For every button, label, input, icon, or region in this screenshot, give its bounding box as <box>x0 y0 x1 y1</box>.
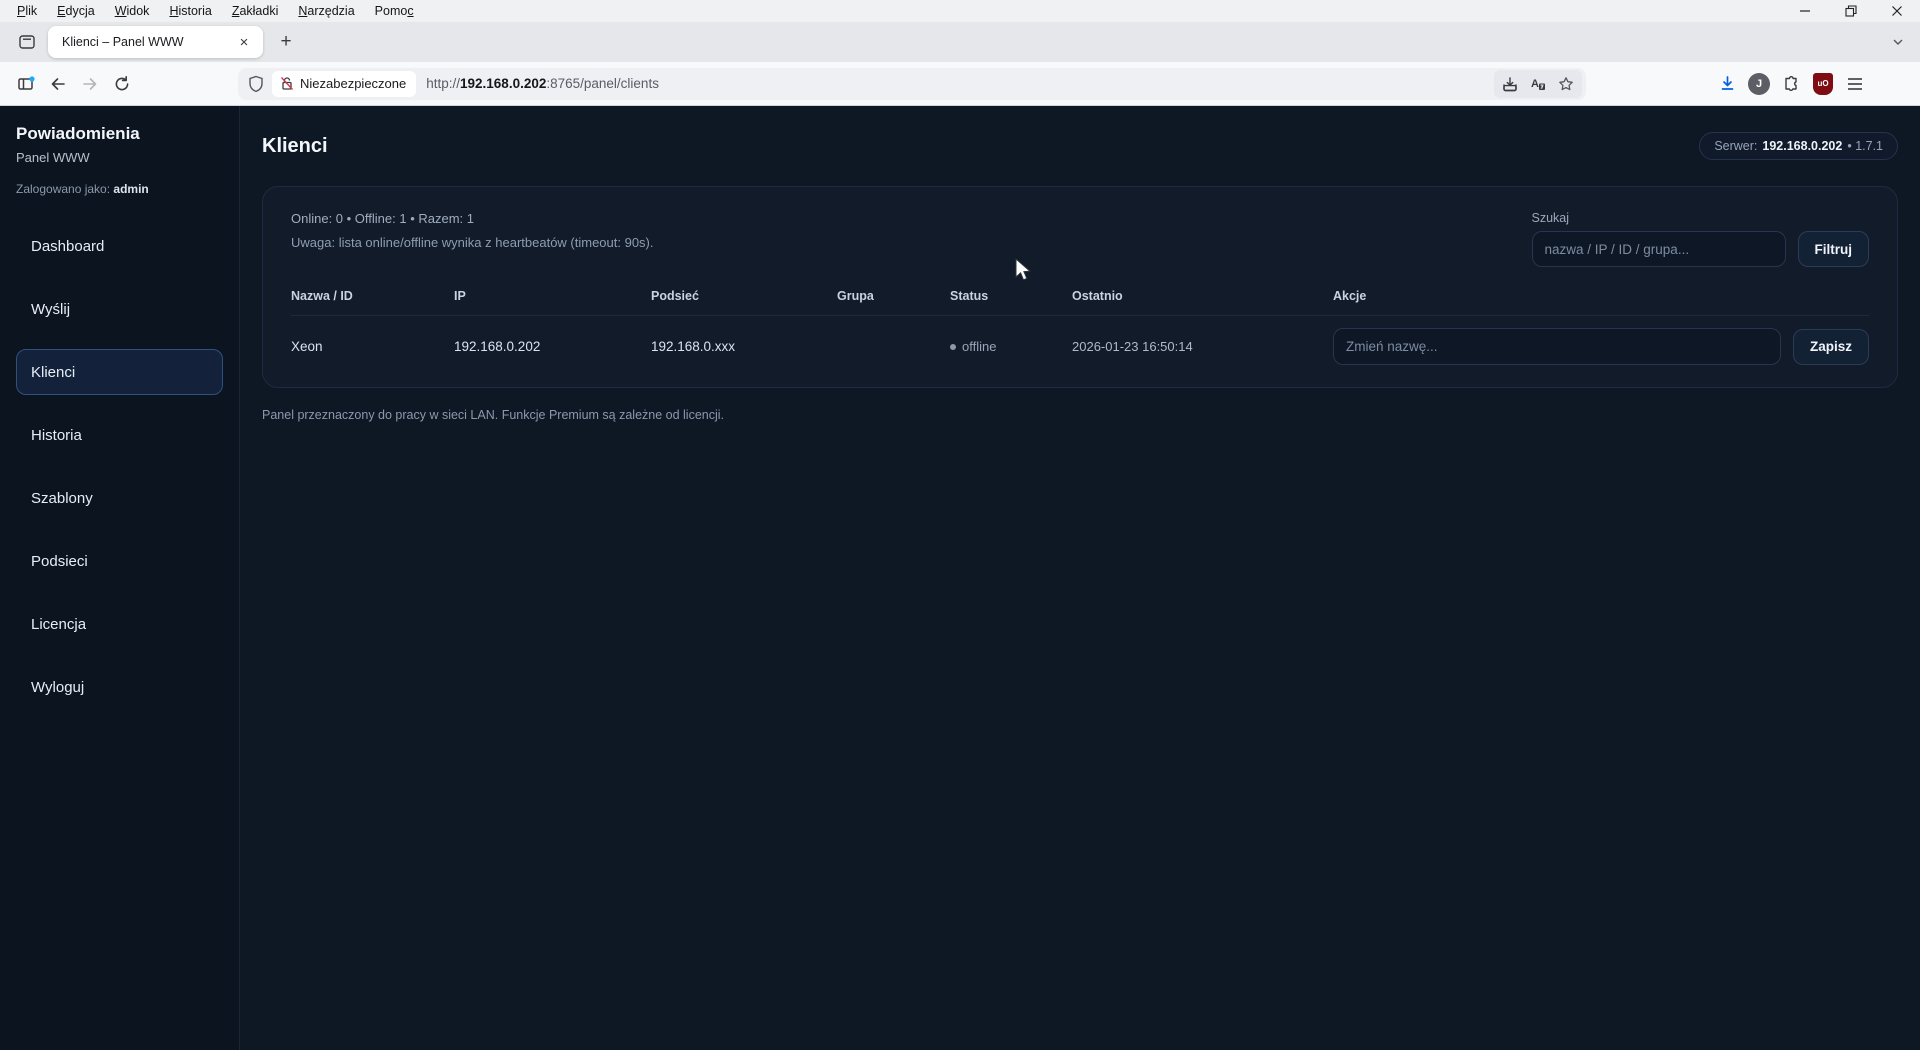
restore-button[interactable] <box>1828 0 1874 22</box>
search-block: Szukaj Filtruj <box>1532 211 1870 267</box>
app-subtitle: Panel WWW <box>16 150 223 165</box>
status-badge: offline <box>950 339 1072 354</box>
tab-bar: Klienci – Panel WWW × + <box>0 22 1920 62</box>
tracking-shield-icon[interactable] <box>248 75 264 93</box>
sidebar-toggle-icon[interactable] <box>10 68 42 100</box>
server-ip: 192.168.0.202 <box>1762 139 1842 153</box>
sidebar-nav: Dashboard Wyślij Klienci Historia Szablo… <box>16 223 223 710</box>
menu-widok[interactable]: Widok <box>106 2 159 20</box>
col-header-subnet: Podsieć <box>651 289 837 303</box>
browser-window: Plik Edycja Widok Historia Zakładki Narz… <box>0 0 1920 1050</box>
tab-close-icon[interactable]: × <box>233 31 255 53</box>
filter-button[interactable]: Filtruj <box>1798 231 1870 267</box>
col-header-last: Ostatnio <box>1072 289 1333 303</box>
menu-items: Plik Edycja Widok Historia Zakładki Narz… <box>8 2 423 20</box>
search-row: Filtruj <box>1532 231 1870 267</box>
sidebar-item-historia[interactable]: Historia <box>16 412 223 458</box>
minimize-button[interactable] <box>1782 0 1828 22</box>
tab-title: Klienci – Panel WWW <box>62 35 233 49</box>
reload-button[interactable] <box>106 68 138 100</box>
status-text: offline <box>962 339 996 354</box>
server-version: • 1.7.1 <box>1847 139 1883 153</box>
page-title: Klienci <box>262 135 328 158</box>
ublock-icon[interactable]: uO <box>1807 68 1839 100</box>
menu-historia[interactable]: Historia <box>160 2 220 20</box>
client-name: Xeon <box>291 339 454 354</box>
search-input[interactable] <box>1532 231 1786 267</box>
clients-card: Online: 0 • Offline: 1 • Razem: 1 Uwaga:… <box>262 186 1898 388</box>
close-button[interactable] <box>1874 0 1920 22</box>
sidebar-item-szablony[interactable]: Szablony <box>16 475 223 521</box>
menu-narzedzia[interactable]: Narzędzia <box>289 2 363 20</box>
url-bar[interactable]: Niezabezpieczone http://192.168.0.202:87… <box>238 68 1586 100</box>
window-controls <box>1782 0 1920 22</box>
menu-pomoc[interactable]: Pomoc <box>366 2 423 20</box>
online-stats: Online: 0 • Offline: 1 • Razem: 1 <box>291 211 654 226</box>
save-button[interactable]: Zapisz <box>1793 329 1869 365</box>
firefox-view-icon[interactable] <box>12 27 42 57</box>
account-icon[interactable]: J <box>1743 68 1775 100</box>
sidebar-item-wyslij[interactable]: Wyślij <box>16 286 223 332</box>
client-ip: 192.168.0.202 <box>454 339 651 354</box>
menu-plik[interactable]: Plik <box>8 2 46 20</box>
server-badge: Serwer: 192.168.0.202 • 1.7.1 <box>1699 132 1898 160</box>
client-last-seen: 2026-01-23 16:50:14 <box>1072 339 1333 354</box>
logged-in-as: Zalogowano jako: admin <box>16 182 223 196</box>
table-header: Nazwa / ID IP Podsieć Grupa Status Ostat… <box>291 289 1869 315</box>
footer-note: Panel przeznaczony do pracy w sieci LAN.… <box>262 408 1898 422</box>
navigation-toolbar: Niezabezpieczone http://192.168.0.202:87… <box>0 62 1920 106</box>
col-header-status: Status <box>950 289 1072 303</box>
col-header-ip: IP <box>454 289 651 303</box>
insecure-lock-icon <box>280 76 294 91</box>
search-label: Szukaj <box>1532 211 1870 225</box>
sidebar-item-klienci[interactable]: Klienci <box>16 349 223 395</box>
bookmark-star-icon[interactable] <box>1552 70 1580 98</box>
new-tab-button[interactable]: + <box>271 27 301 57</box>
security-label: Niezabezpieczone <box>300 76 406 91</box>
forward-button[interactable] <box>74 68 106 100</box>
svg-text:A: A <box>1531 78 1539 90</box>
ublock-badge: uO <box>1813 73 1833 95</box>
rename-input[interactable] <box>1333 328 1781 365</box>
col-header-group: Grupa <box>837 289 950 303</box>
app-title: Powiadomienia <box>16 124 223 144</box>
table-row: Xeon 192.168.0.202 192.168.0.xxx offline… <box>291 315 1869 365</box>
account-initial: J <box>1748 73 1770 95</box>
urlbar-actions: A <box>1494 70 1582 98</box>
col-header-actions: Akcje <box>1333 289 1869 303</box>
url-text: http://192.168.0.202:8765/panel/clients <box>426 76 1494 91</box>
main-header: Klienci Serwer: 192.168.0.202 • 1.7.1 <box>262 132 1898 160</box>
extensions-icon[interactable] <box>1775 68 1807 100</box>
list-tabs-icon[interactable] <box>1884 35 1912 49</box>
main-content: Klienci Serwer: 192.168.0.202 • 1.7.1 On… <box>240 106 1920 1050</box>
card-top: Online: 0 • Offline: 1 • Razem: 1 Uwaga:… <box>291 211 1869 267</box>
status-dot-icon <box>950 344 956 350</box>
clients-table: Nazwa / ID IP Podsieć Grupa Status Ostat… <box>291 289 1869 365</box>
menu-bar: Plik Edycja Widok Historia Zakładki Narz… <box>0 0 1920 22</box>
heartbeat-note: Uwaga: lista online/offline wynika z hea… <box>291 235 654 250</box>
sidebar: Powiadomienia Panel WWW Zalogowano jako:… <box>0 106 240 1050</box>
sidebar-item-podsieci[interactable]: Podsieci <box>16 538 223 584</box>
page-content: Powiadomienia Panel WWW Zalogowano jako:… <box>0 106 1920 1050</box>
client-subnet: 192.168.0.xxx <box>651 339 837 354</box>
browser-tab[interactable]: Klienci – Panel WWW × <box>48 26 263 58</box>
sidebar-item-licencja[interactable]: Licencja <box>16 601 223 647</box>
col-header-name: Nazwa / ID <box>291 289 454 303</box>
menu-zakladki[interactable]: Zakładki <box>223 2 288 20</box>
app-menu-icon[interactable] <box>1839 68 1871 100</box>
translate-icon[interactable]: A <box>1524 70 1552 98</box>
sidebar-item-dashboard[interactable]: Dashboard <box>16 223 223 269</box>
sidebar-item-wyloguj[interactable]: Wyloguj <box>16 664 223 710</box>
downloads-icon[interactable] <box>1711 68 1743 100</box>
username: admin <box>113 182 148 196</box>
back-button[interactable] <box>42 68 74 100</box>
security-chip[interactable]: Niezabezpieczone <box>272 71 416 97</box>
stats-block: Online: 0 • Offline: 1 • Razem: 1 Uwaga:… <box>291 211 654 250</box>
row-actions: Zapisz <box>1333 328 1869 365</box>
save-page-icon[interactable] <box>1496 70 1524 98</box>
menu-edycja[interactable]: Edycja <box>48 2 104 20</box>
